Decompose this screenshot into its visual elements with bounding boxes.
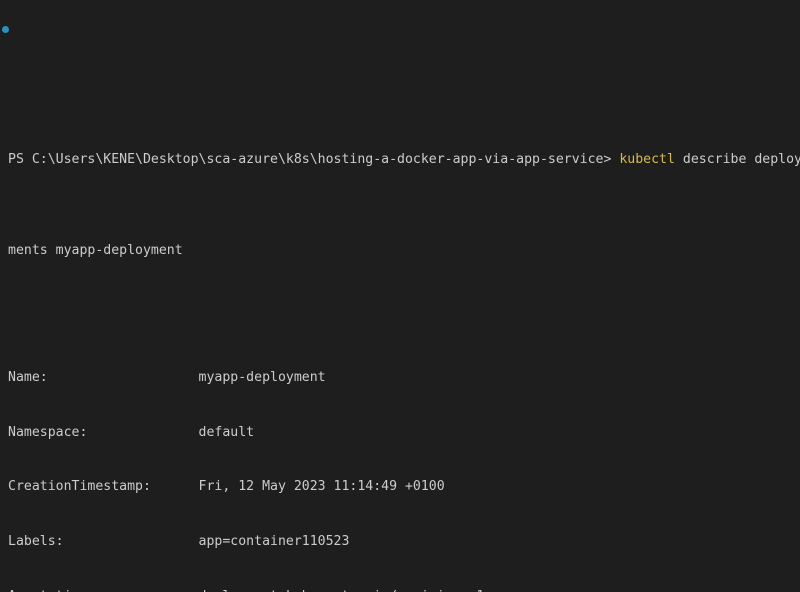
output-line: Name: myapp-deployment [8,370,326,386]
prompt-line: PS C:\Users\KENE\Desktop\sca-azure\k8s\h… [8,151,800,169]
output-line: CreationTimestamp: Fri, 12 May 2023 11:1… [8,479,445,495]
terminal-buffer: PS C:\Users\KENE\Desktop\sca-azure\k8s\h… [8,0,800,592]
command-args-text: describe deploy [682,151,800,167]
output-line: Annotations: deployment.kubernetes.io/re… [8,588,800,592]
command-program: kubectl [619,151,675,167]
command-args [675,152,683,167]
terminal-scrollback-sliver [8,60,800,78]
terminal-window[interactable]: PS C:\Users\KENE\Desktop\sca-azure\k8s\h… [0,0,800,592]
command-wrapped-line: ments myapp-deployment [8,242,183,258]
prompt-prefix: PS C:\Users\KENE\Desktop\sca-azure\k8s\h… [8,151,620,167]
command-output: Name: myapp-deployment Namespace: defaul… [8,333,800,592]
output-line: Namespace: default [8,424,255,440]
output-line: Labels: app=container110523 [8,534,350,549]
